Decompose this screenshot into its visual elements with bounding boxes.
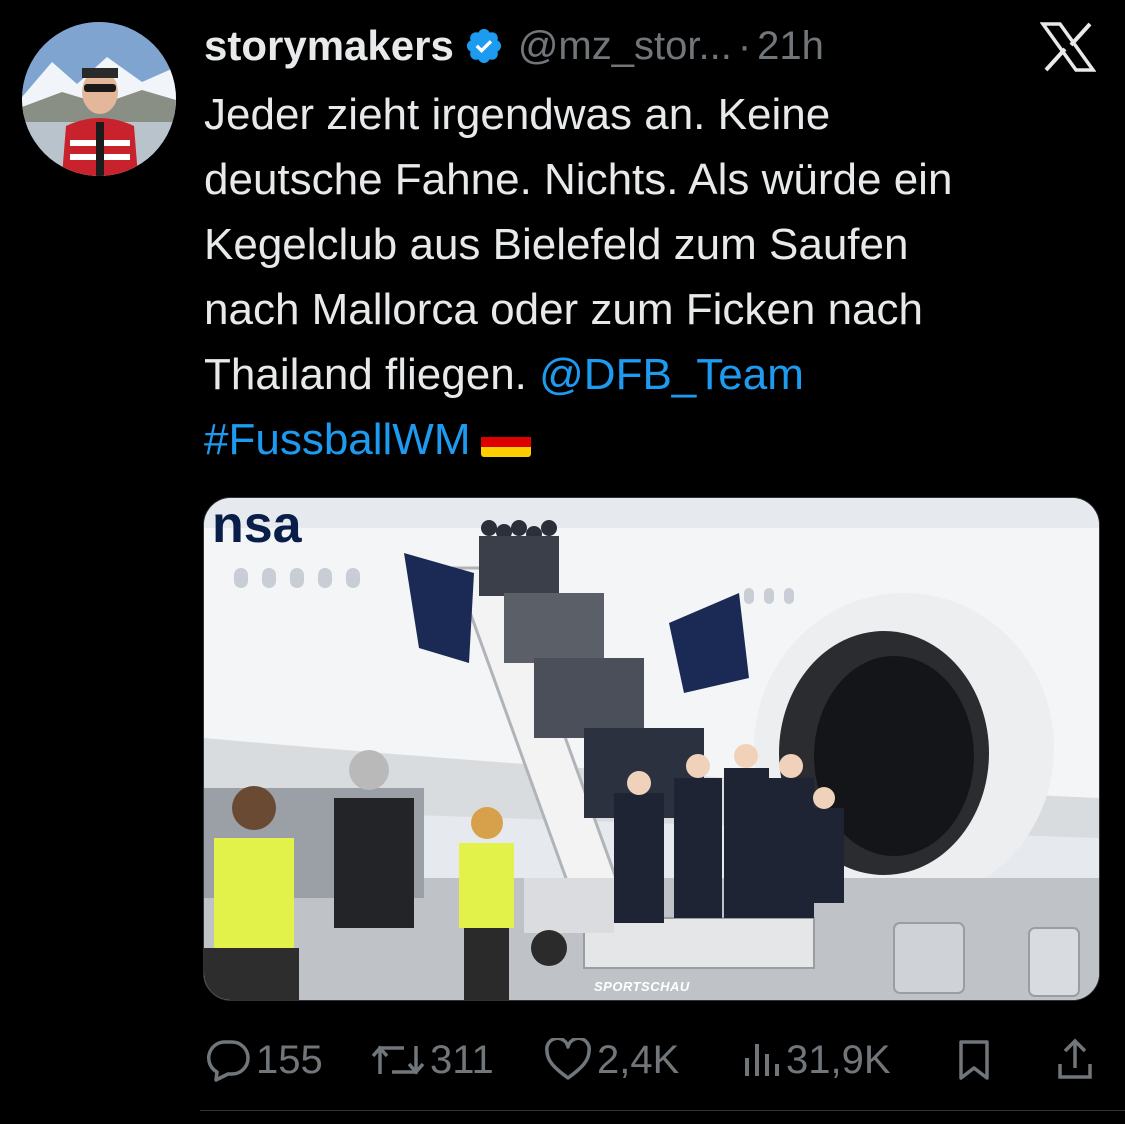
- tweet-text-line: nach Mallorca oder zum Ficken nach: [204, 285, 923, 334]
- tweet-text-segment: Thailand fliegen.: [204, 350, 540, 399]
- separator-dot: ·: [737, 23, 752, 68]
- mention-link[interactable]: @DFB_Team: [539, 350, 804, 399]
- heart-icon: [545, 1038, 591, 1080]
- share-icon: [1058, 1038, 1092, 1079]
- tweet-header: storymakers @mz_stor... · 21h: [204, 18, 824, 74]
- like-button[interactable]: 2,4K: [543, 1030, 679, 1090]
- views-count: 31,9K: [786, 1037, 891, 1082]
- plane-lettering: nsa: [212, 498, 303, 554]
- bookmark-icon: [959, 1040, 989, 1080]
- german-flag-icon: [480, 427, 531, 458]
- author-name[interactable]: storymakers: [204, 22, 454, 70]
- views-button[interactable]: 31,9K: [742, 1030, 891, 1090]
- bottom-divider: [200, 1110, 1125, 1111]
- verified-badge-icon: [466, 28, 501, 64]
- tweet-text-line: deutsche Fahne. Nichts. Als würde ein: [204, 155, 953, 204]
- tweet-text-line: #FussballWM: [204, 407, 1084, 472]
- reply-icon: [207, 1040, 250, 1082]
- tweet-media-image[interactable]: nsa SPORTSCHAU: [203, 497, 1100, 1001]
- bookmark-button[interactable]: [956, 1030, 996, 1090]
- retweet-icon: [371, 1045, 425, 1075]
- tweet-text: Jeder zieht irgendwas an. Keine deutsche…: [204, 82, 1084, 472]
- tweet-actions: 155 311 2,4K 31,9K: [0, 1030, 1125, 1090]
- reply-count: 155: [256, 1037, 323, 1082]
- hashtag-link[interactable]: #FussballWM: [204, 415, 471, 464]
- tweet-text-line: Thailand fliegen. @DFB_Team: [204, 342, 1084, 407]
- retweet-count: 311: [430, 1037, 494, 1082]
- x-logo-icon: [1040, 22, 1096, 72]
- author-avatar[interactable]: [22, 22, 176, 176]
- views-bar-chart-icon: [745, 1044, 779, 1076]
- like-count: 2,4K: [597, 1037, 680, 1082]
- author-handle[interactable]: @mz_stor...: [518, 24, 732, 69]
- retweet-button[interactable]: 311: [370, 1030, 494, 1090]
- tweet-timestamp[interactable]: 21h: [757, 24, 824, 69]
- tweet-text-line: Kegelclub aus Bielefeld zum Saufen: [204, 220, 909, 269]
- reply-button[interactable]: 155: [204, 1030, 323, 1090]
- tweet-text-line: Jeder zieht irgendwas an. Keine: [204, 90, 831, 139]
- share-button[interactable]: [1056, 1030, 1098, 1090]
- media-watermark: SPORTSCHAU: [594, 979, 690, 994]
